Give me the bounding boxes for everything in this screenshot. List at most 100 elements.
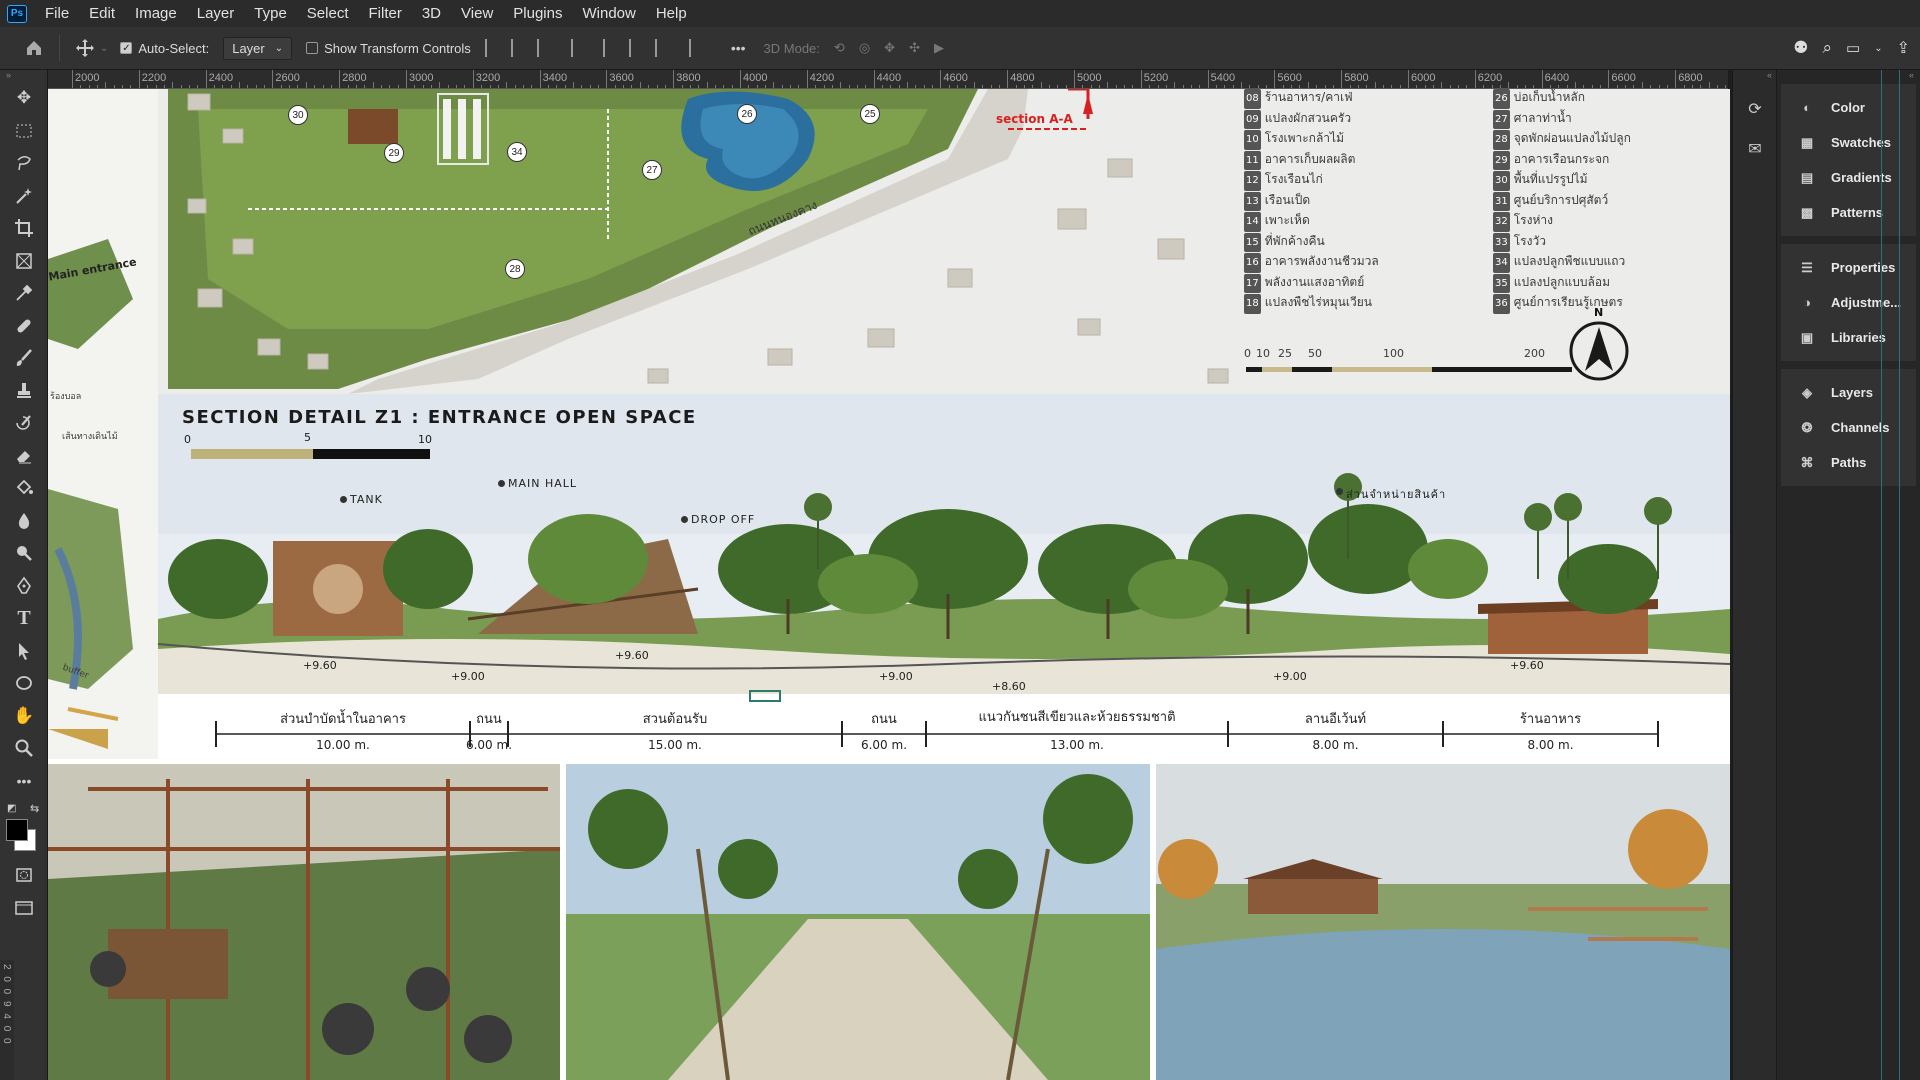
screen-mode-icon[interactable] — [0, 892, 48, 925]
marquee-tool-icon[interactable] — [0, 115, 48, 148]
foreground-color-swatch[interactable] — [6, 819, 28, 841]
align-center-icon[interactable] — [510, 39, 529, 57]
eraser-tool-icon[interactable] — [0, 440, 48, 473]
ruler-tick — [982, 85, 984, 88]
clone-stamp-tool-icon[interactable] — [0, 375, 48, 408]
brush-tool-icon[interactable] — [0, 342, 48, 375]
align-top-icon[interactable] — [602, 39, 621, 57]
chevron-down-icon[interactable]: ⌄ — [100, 43, 108, 54]
slide-3d-icon[interactable]: ✣ — [909, 40, 920, 56]
home-icon[interactable] — [22, 36, 46, 60]
comments-icon[interactable]: ✉ — [1740, 134, 1770, 164]
lasso-tool-icon[interactable] — [0, 147, 48, 180]
dodge-tool-icon[interactable] — [0, 537, 48, 570]
ruler-label: 6200 — [1477, 72, 1503, 84]
workspace-icon[interactable]: ▭ — [1846, 39, 1860, 57]
checkbox-unchecked-icon[interactable] — [306, 42, 319, 54]
collapse-icon[interactable]: » — [0, 70, 47, 82]
default-colors-icon[interactable]: ◩ — [7, 803, 16, 814]
orbit-3d-icon[interactable]: ⟲ — [834, 40, 845, 56]
map-marker: 25 — [860, 104, 880, 124]
zone-distance: 10.00 m. — [316, 738, 370, 752]
paint-bucket-tool-icon[interactable] — [0, 472, 48, 505]
share-user-icon[interactable]: ⚉ — [1793, 38, 1808, 58]
show-transform-checkbox[interactable]: Show Transform Controls — [306, 41, 471, 56]
ruler-tick — [865, 85, 867, 88]
panel-layers[interactable]: ◈ Layers — [1781, 375, 1916, 410]
align-middle-icon[interactable] — [628, 39, 647, 57]
chevron-down-icon[interactable]: ⌄ — [1874, 43, 1882, 54]
menu-file[interactable]: File — [35, 5, 79, 22]
photoshop-logo[interactable]: Ps — [7, 4, 27, 23]
menu-filter[interactable]: Filter — [359, 5, 412, 22]
camera-3d-icon[interactable]: ▶ — [934, 40, 944, 56]
menu-plugins[interactable]: Plugins — [503, 5, 572, 22]
search-icon[interactable]: ⌕ — [1822, 38, 1832, 58]
ruler-tick — [631, 85, 633, 88]
align-left-icon[interactable] — [484, 39, 503, 57]
history-brush-tool-icon[interactable] — [0, 407, 48, 440]
magic-wand-tool-icon[interactable] — [0, 180, 48, 213]
distribute-icon[interactable] — [570, 39, 589, 57]
menu-help[interactable]: Help — [646, 5, 697, 22]
zone-label: ลานอีเว้นท์ — [1304, 712, 1367, 727]
document-canvas[interactable]: Main entrance ร้องบอล เส้นทางเดินไม้ buf… — [48, 89, 1730, 1080]
ruler-tick — [247, 85, 249, 88]
crop-tool-icon[interactable] — [0, 212, 48, 245]
eyedropper-tool-icon[interactable] — [0, 277, 48, 310]
more-tools-icon[interactable]: ••• — [0, 765, 48, 798]
menu-type[interactable]: Type — [244, 5, 297, 22]
panel-gradients[interactable]: ▤ Gradients — [1781, 160, 1916, 195]
menu-view[interactable]: View — [451, 5, 503, 22]
ruler-tick — [364, 85, 366, 88]
panel-color[interactable]: ◐ Color — [1781, 90, 1916, 125]
auto-select-checkbox[interactable]: ✓ Auto-Select: — [120, 41, 209, 56]
healing-brush-tool-icon[interactable] — [0, 310, 48, 343]
ruler-tick — [88, 85, 90, 88]
panel-libraries[interactable]: ▣ Libraries — [1781, 320, 1916, 355]
share-icon[interactable]: ⇪ — [1897, 38, 1910, 58]
path-selection-tool-icon[interactable] — [0, 635, 48, 668]
pan-3d-icon[interactable]: ✥ — [884, 40, 895, 56]
ruler-tick — [831, 85, 833, 88]
move-tool-icon[interactable] — [73, 36, 97, 60]
panel-properties[interactable]: ☰ Properties — [1781, 250, 1916, 285]
section-scale-label: 0 — [184, 433, 191, 446]
swap-colors-icon[interactable]: ⇆ — [30, 802, 39, 815]
blur-tool-icon[interactable] — [0, 505, 48, 538]
align-right-icon[interactable] — [536, 39, 555, 57]
panel-adjustments[interactable]: ◑ Adjustme... — [1781, 285, 1916, 320]
panel-swatches[interactable]: ▦ Swatches — [1781, 125, 1916, 160]
menu-window[interactable]: Window — [572, 5, 645, 22]
auto-select-target-dropdown[interactable]: Layer ⌄ — [223, 36, 293, 60]
zoom-tool-icon[interactable] — [0, 732, 48, 765]
roll-3d-icon[interactable]: ◎ — [859, 40, 870, 56]
frame-tool-icon[interactable] — [0, 245, 48, 278]
menu-layer[interactable]: Layer — [187, 5, 245, 22]
pen-tool-icon[interactable] — [0, 570, 48, 603]
ruler-tick — [322, 85, 324, 88]
ellipse-tool-icon[interactable] — [0, 667, 48, 700]
distribute-vertical-icon[interactable] — [688, 39, 707, 57]
more-options-icon[interactable]: ••• — [731, 40, 746, 56]
legend-item: 14 เพาะเห็ด — [1244, 211, 1379, 232]
type-tool-icon[interactable]: T — [0, 602, 48, 635]
checkbox-checked-icon[interactable]: ✓ — [120, 42, 133, 54]
collapse-icon[interactable]: « — [1733, 70, 1776, 84]
history-icon[interactable]: ⟳ — [1740, 94, 1770, 124]
panel-paths[interactable]: ⌘ Paths — [1781, 445, 1916, 480]
horizontal-ruler: 2000 2200 2400 2600 2800 3000 3200 3400 3600 3800… — [48, 70, 1728, 89]
menu-3d[interactable]: 3D — [412, 5, 451, 22]
menu-edit[interactable]: Edit — [79, 5, 125, 22]
hand-tool-icon[interactable]: ✋ — [0, 700, 48, 733]
panel-patterns[interactable]: ▩ Patterns — [1781, 195, 1916, 230]
menu-select[interactable]: Select — [297, 5, 359, 22]
quick-mask-icon[interactable] — [0, 859, 48, 892]
move-tool-icon[interactable]: ✥ — [0, 82, 48, 115]
ruler-tick — [756, 85, 758, 88]
align-bottom-icon[interactable] — [654, 39, 673, 57]
panel-channels[interactable]: ❂ Channels — [1781, 410, 1916, 445]
ruler-label: 2600 — [275, 72, 300, 84]
menu-image[interactable]: Image — [125, 5, 187, 22]
legend-number: 29 — [1493, 150, 1510, 170]
